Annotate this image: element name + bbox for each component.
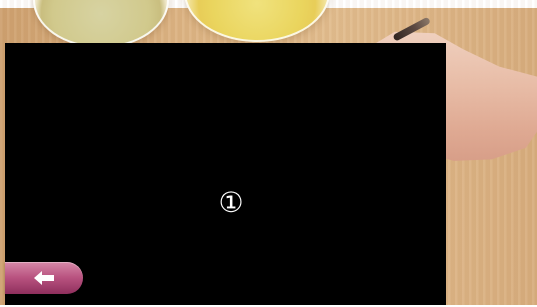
step-number-label: ①: [218, 186, 244, 219]
lesson-screen: ①: [0, 0, 537, 307]
back-button[interactable]: [5, 262, 83, 294]
arrow-left-icon: [34, 271, 54, 285]
